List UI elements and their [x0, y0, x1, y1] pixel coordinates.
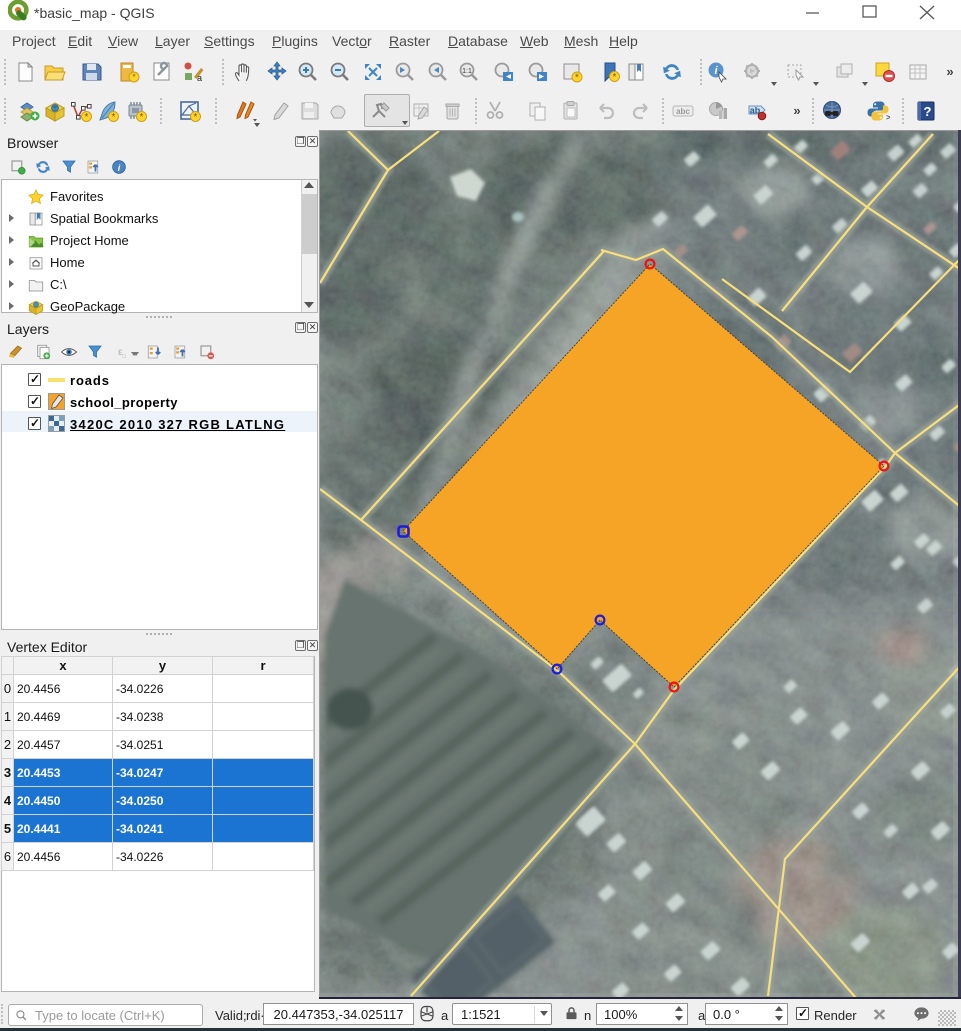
svg-text:»: » [946, 64, 953, 79]
svg-text:abc: abc [676, 107, 690, 116]
svg-text:*: * [112, 112, 116, 123]
svg-text:*: * [613, 72, 617, 83]
svg-text:?: ? [924, 104, 932, 119]
svg-text:a: a [197, 73, 202, 83]
svg-text:»: » [793, 103, 800, 118]
svg-text:*: * [575, 73, 579, 84]
svg-text:□: □ [123, 354, 127, 360]
svg-text:1:1: 1:1 [462, 68, 472, 75]
svg-text:>: > [886, 113, 890, 122]
svg-text:*: * [140, 112, 144, 123]
svg-text:*: * [132, 72, 136, 82]
svg-text:*: * [194, 112, 198, 123]
svg-text:*: * [85, 112, 89, 123]
